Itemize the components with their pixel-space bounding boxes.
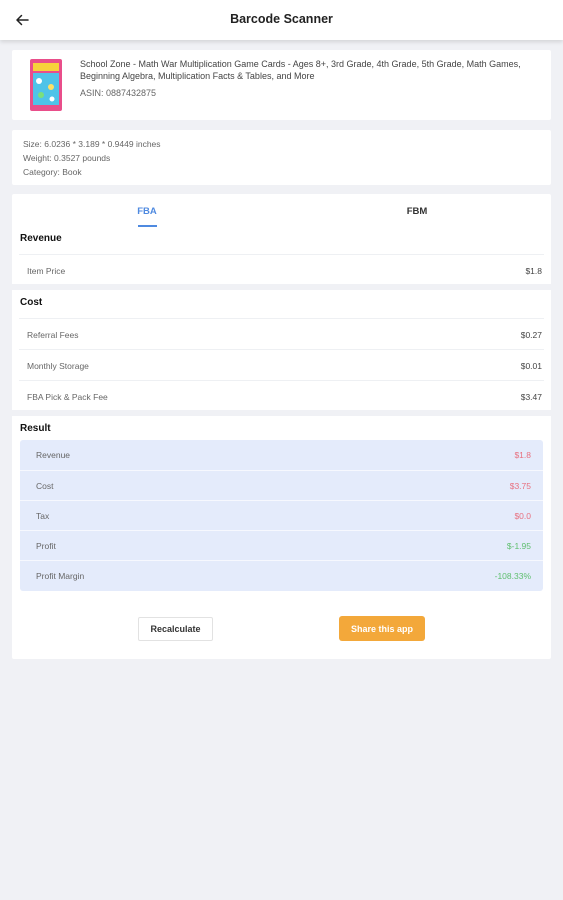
row-label: Profit: [36, 541, 56, 551]
row-label: FBA Pick & Pack Fee: [27, 392, 108, 402]
active-tab-indicator: [138, 225, 157, 227]
revenue-row-item-price: Item Price $1.8: [19, 254, 544, 285]
section-divider: [12, 284, 551, 290]
spec-category: Category: Book: [23, 167, 82, 177]
result-box: Revenue $1.8 Cost $3.75 Tax $0.0 Profit …: [20, 440, 543, 591]
product-thumbnail: [30, 59, 62, 111]
cost-row-monthly-storage: Monthly Storage $0.01: [19, 349, 544, 380]
row-value: $0.01: [520, 361, 542, 371]
cost-row-referral-fees: Referral Fees $0.27: [19, 318, 544, 349]
share-app-button[interactable]: Share this app: [339, 616, 425, 641]
specs-card: Size: 6.0236 * 3.189 * 0.9449 inches Wei…: [12, 130, 551, 185]
row-value: $3.75: [509, 481, 531, 491]
row-label: Monthly Storage: [27, 361, 89, 371]
row-value: -108.33%: [494, 571, 531, 581]
result-row-tax: Tax $0.0: [20, 500, 543, 531]
row-label: Cost: [36, 481, 54, 491]
row-label: Item Price: [27, 266, 66, 276]
cost-section-title: Cost: [20, 297, 43, 308]
row-value: $0.27: [520, 330, 542, 340]
cost-row-pick-pack-fee: FBA Pick & Pack Fee $3.47: [19, 380, 544, 411]
tab-fba[interactable]: FBA: [12, 206, 282, 217]
app-bar: Barcode Scanner: [0, 0, 563, 40]
result-row-revenue: Revenue $1.8: [20, 440, 543, 471]
row-label: Revenue: [36, 450, 71, 460]
row-value: $1.8: [514, 450, 531, 460]
spec-size: Size: 6.0236 * 3.189 * 0.9449 inches: [23, 139, 161, 149]
revenue-section-title: Revenue: [20, 233, 62, 244]
tab-fbm[interactable]: FBM: [282, 206, 552, 217]
product-title: School Zone - Math War Multiplication Ga…: [80, 59, 521, 81]
product-asin: ASIN: 0887432875: [80, 88, 157, 98]
calculator-card: FBA FBM Revenue Item Price $1.8 Cost Ref…: [12, 194, 551, 659]
row-value: $1.8: [525, 266, 542, 276]
section-divider: [12, 410, 551, 416]
spec-weight: Weight: 0.3527 pounds: [23, 153, 111, 163]
row-value: $3.47: [520, 392, 542, 402]
result-section-title: Result: [20, 423, 51, 434]
result-row-profit-margin: Profit Margin -108.33%: [20, 560, 543, 591]
row-value: $0.0: [514, 511, 531, 521]
row-label: Tax: [36, 511, 50, 521]
result-row-profit: Profit $-1.95: [20, 530, 543, 561]
row-label: Profit Margin: [36, 571, 85, 581]
page-title: Barcode Scanner: [230, 12, 333, 26]
result-row-cost: Cost $3.75: [20, 470, 543, 501]
recalculate-button[interactable]: Recalculate: [138, 617, 213, 641]
product-card[interactable]: School Zone - Math War Multiplication Ga…: [12, 50, 551, 120]
row-label: Referral Fees: [27, 330, 79, 340]
tab-bar: FBA FBM: [12, 194, 551, 228]
row-value: $-1.95: [506, 541, 531, 551]
